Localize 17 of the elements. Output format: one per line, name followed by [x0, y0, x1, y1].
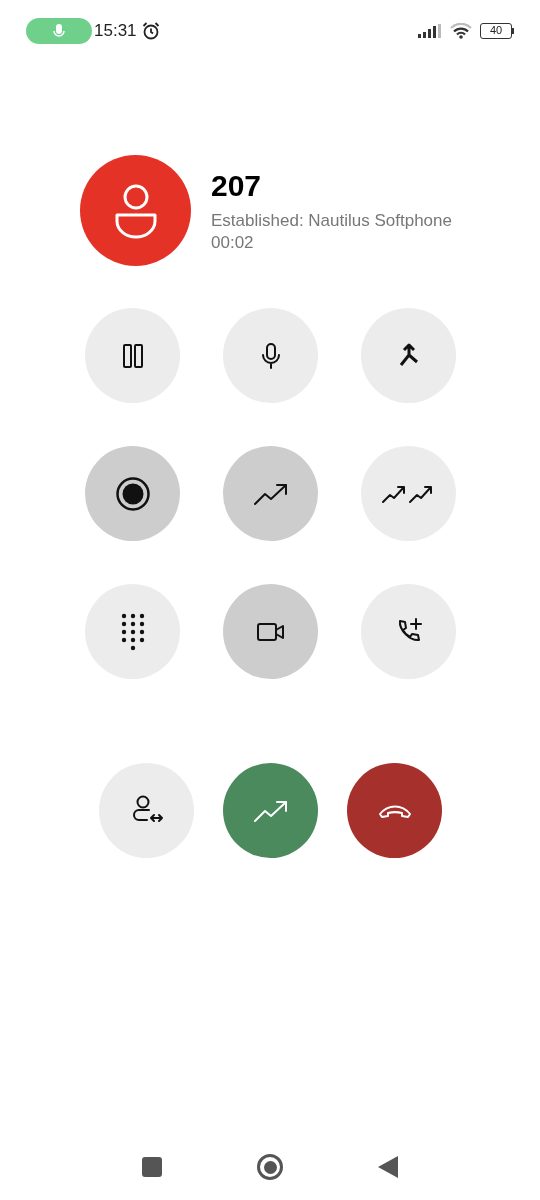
wifi-icon [450, 23, 472, 39]
recents-button[interactable] [142, 1157, 162, 1177]
trend-arrow-icon [252, 798, 289, 823]
alarm-icon [140, 21, 161, 41]
call-duration: 00:02 [211, 231, 255, 254]
video-camera-icon [255, 620, 286, 643]
clock-time: 15:31 [94, 20, 137, 43]
home-button[interactable] [257, 1154, 283, 1180]
call-status: Established: Nautilus Softphone [211, 209, 452, 232]
microphone-indicator [26, 18, 92, 44]
dialpad-icon [119, 612, 146, 651]
battery-indicator: 40 [480, 23, 514, 39]
signal-icon [418, 24, 442, 38]
record-icon [114, 475, 151, 512]
caller-number: 207 [211, 167, 263, 204]
trend-arrow-icon [252, 481, 289, 506]
back-button[interactable] [378, 1156, 398, 1178]
